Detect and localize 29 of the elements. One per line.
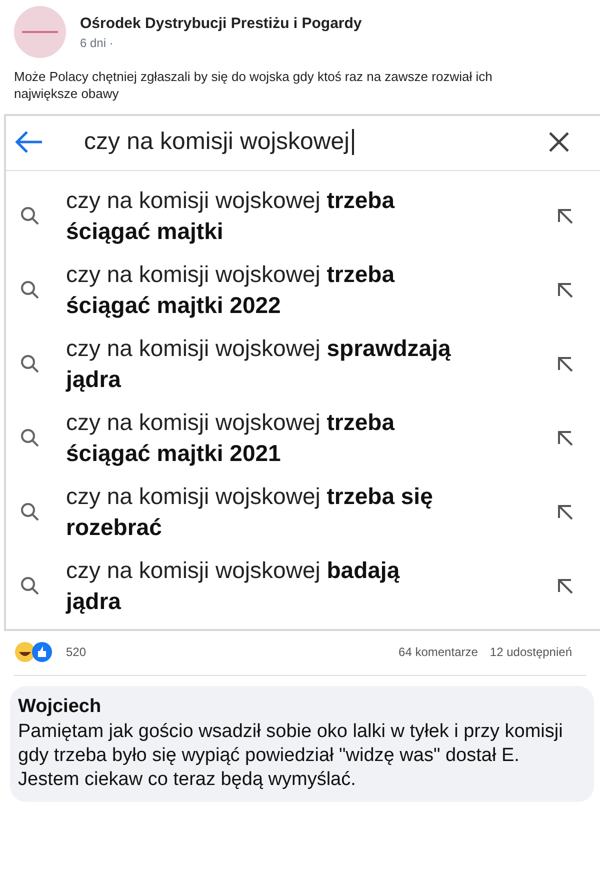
search-field[interactable]: czy na komisji wojskowej <box>84 128 546 156</box>
reaction-count[interactable]: 520 <box>66 645 86 659</box>
arrow-icon <box>556 355 574 373</box>
suggestion-item[interactable]: czy na komisji wojskowej trzeba ściągać majtki <box>66 185 456 247</box>
arrow-icon <box>556 429 574 447</box>
arrow-icon <box>556 503 574 521</box>
suggestion-item[interactable]: czy na komisji wojskowej trzeba się rozebrać <box>66 481 456 543</box>
comment-author[interactable]: Wojciech <box>18 696 584 718</box>
comments-count[interactable]: 64 komentarze <box>398 645 478 659</box>
suggestion-item[interactable]: czy na komisji wojskowej trzeba ściągać majtki 2021 <box>66 407 456 469</box>
arrow-icon <box>556 577 574 595</box>
search-icon <box>20 354 40 374</box>
suggestion-item[interactable]: czy na komisji wojskowej sprawdzają jądra <box>66 333 456 395</box>
comment-text: Pamiętam jak gościo wsadził sobie oko lalki w tyłek i przy komisji gdy trzeba było się wypiąć powiedział "widzę was" dostał E. Jestem ciekaw co teraz będą wymyślać. <box>18 720 564 792</box>
arrow-icon <box>556 207 574 225</box>
search-icon <box>20 502 40 522</box>
post-text: Może Polacy chętniej zgłaszali by się do wojska gdy ktoś raz na zawsze rozwiał ich największe obawy <box>13 68 494 103</box>
suggestion-item[interactable]: czy na komisji wojskowej badają jądra <box>66 555 456 617</box>
search-icon <box>20 206 40 226</box>
reaction-icons <box>14 641 54 663</box>
shares-count[interactable]: 12 udostępnień <box>490 645 572 659</box>
post-time: 6 dni · <box>80 36 114 50</box>
author-name[interactable]: Ośrodek Dystrybucji Prestiżu i Pogardy <box>80 14 362 32</box>
arrow-icon <box>556 281 574 299</box>
avatar-icon <box>14 6 66 58</box>
search-icon <box>20 428 40 448</box>
search-icon <box>20 576 40 596</box>
suggestion-item[interactable]: czy na komisji wojskowej trzeba ściągać majtki 2022 <box>66 259 456 321</box>
search-icon <box>20 280 40 300</box>
